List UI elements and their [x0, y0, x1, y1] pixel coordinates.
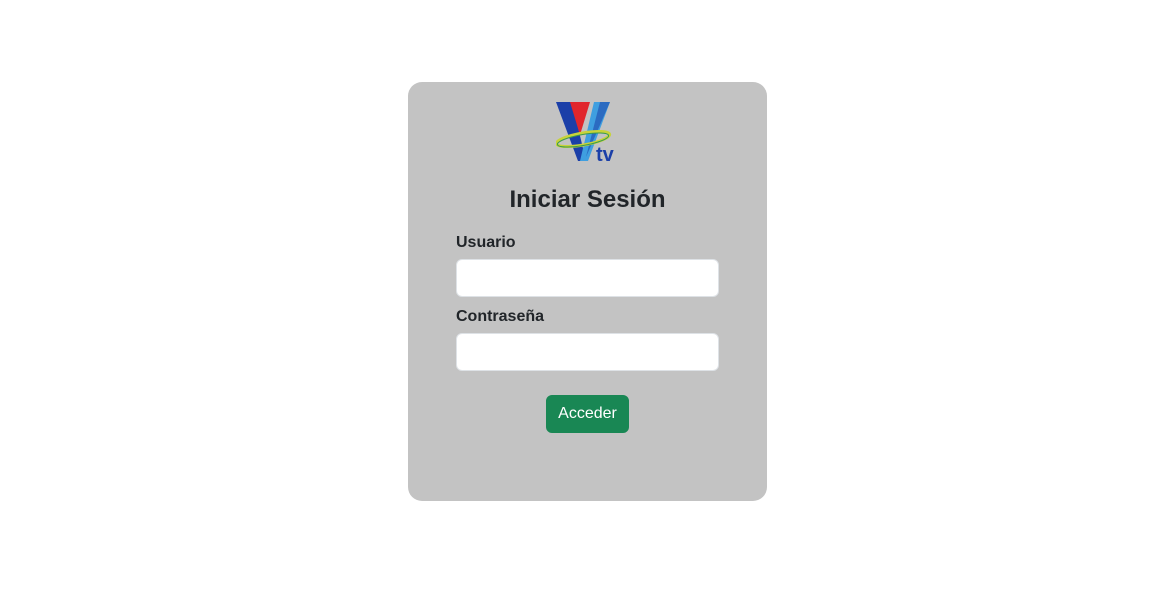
logo-text: tv — [596, 144, 615, 165]
username-input[interactable] — [456, 259, 719, 297]
login-card: tv Iniciar Sesión Usuario Contraseña Acc… — [408, 82, 767, 501]
password-input[interactable] — [456, 333, 719, 371]
vtv-logo: tv — [556, 102, 615, 165]
page-title: Iniciar Sesión — [509, 186, 666, 213]
username-label: Usuario — [456, 234, 516, 251]
login-button[interactable]: Acceder — [546, 395, 629, 433]
password-label: Contraseña — [456, 308, 545, 325]
